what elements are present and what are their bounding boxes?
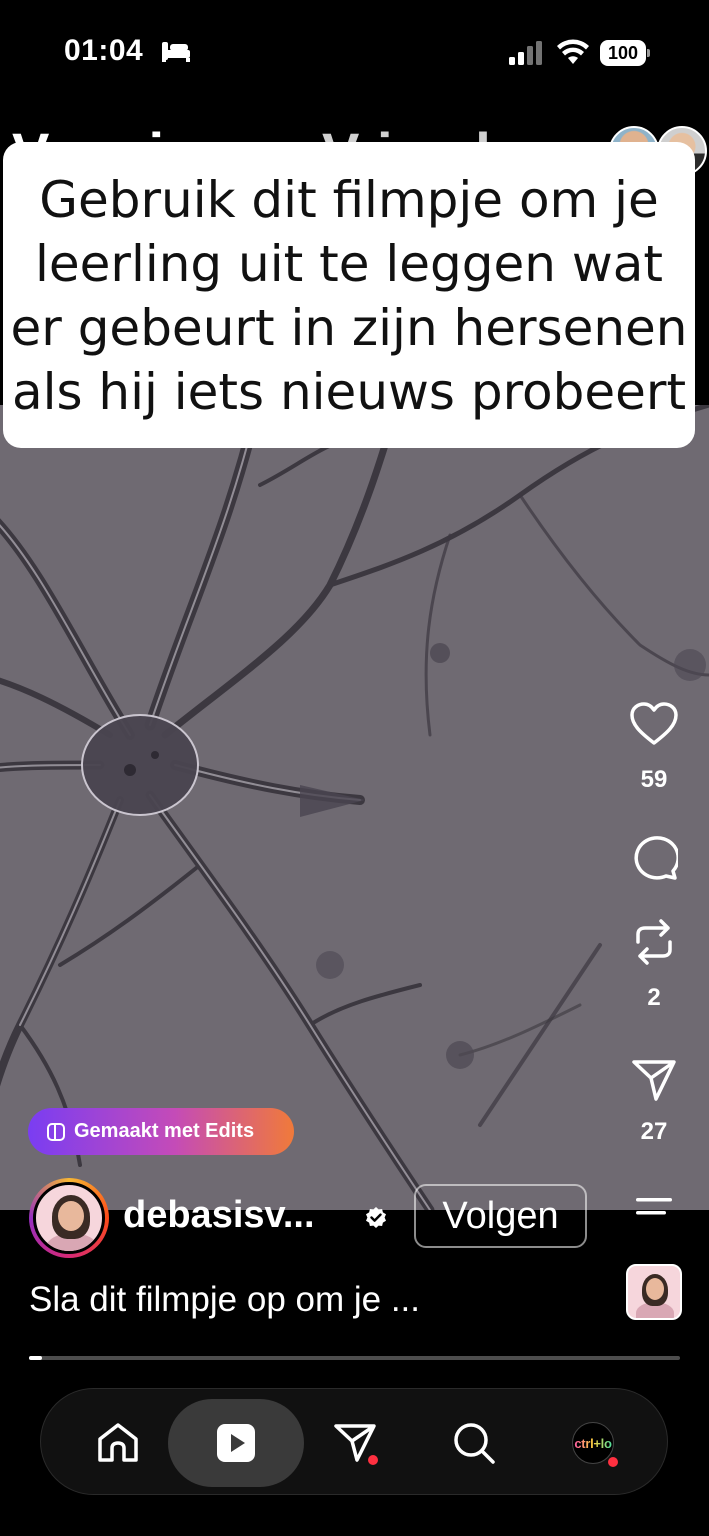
edits-icon [47, 1122, 65, 1141]
video-progress-fill [29, 1356, 43, 1360]
nav-profile[interactable]: ctrl+lo [525, 1399, 661, 1487]
caption-text: Gebruik dit filmpje om je leerling uit t… [10, 171, 688, 421]
edits-badge-label: Gemaakt met Edits [74, 1120, 255, 1142]
cellular-signal-icon [509, 41, 542, 65]
repost-count: 2 [647, 984, 661, 1011]
repost-icon [636, 919, 672, 965]
send-icon [632, 1060, 676, 1101]
home-icon [98, 1423, 138, 1462]
reel-description[interactable]: Sla dit filmpje op om je ... [29, 1280, 420, 1320]
wifi-icon [557, 39, 589, 64]
nav-home[interactable] [50, 1399, 186, 1487]
video-frame[interactable] [0, 405, 709, 1210]
made-with-edits-badge[interactable]: Gemaakt met Edits [28, 1108, 294, 1155]
status-bar: 01:04 100 [0, 0, 709, 100]
profile-avatar: ctrl+lo [572, 1422, 614, 1464]
nav-direct[interactable] [287, 1399, 423, 1487]
search-icon [454, 1423, 495, 1464]
share-button[interactable]: 27 [624, 1058, 684, 1146]
author-username[interactable]: debasisv... [123, 1194, 315, 1237]
nav-reels[interactable] [168, 1399, 304, 1487]
status-time: 01:04 [64, 34, 144, 67]
more-options-icon[interactable] [634, 1195, 674, 1219]
audio-thumbnail[interactable] [626, 1264, 682, 1320]
bottom-nav: ctrl+lo [40, 1388, 668, 1495]
neuron-image [0, 405, 709, 1210]
author-avatar[interactable] [29, 1178, 109, 1258]
nav-search[interactable] [406, 1399, 542, 1487]
notification-dot [608, 1457, 618, 1467]
profile-label: ctrl+lo [574, 1435, 612, 1451]
follow-button[interactable]: Volgen [414, 1184, 587, 1248]
video-progress-bar[interactable] [29, 1356, 680, 1360]
like-button[interactable]: 59 [624, 702, 684, 794]
notification-dot [368, 1455, 378, 1465]
reels-icon [217, 1424, 255, 1462]
heart-icon [630, 702, 678, 745]
repost-button[interactable]: 2 [624, 918, 684, 1012]
battery-level: 100 [600, 40, 646, 66]
comment-icon [634, 836, 678, 880]
share-count: 27 [640, 1118, 668, 1145]
verified-badge-icon [366, 1207, 386, 1228]
like-count: 59 [640, 766, 668, 793]
sleep-focus-icon [162, 42, 190, 62]
battery-indicator: 100 [600, 40, 650, 66]
comment-button[interactable] [624, 834, 684, 880]
